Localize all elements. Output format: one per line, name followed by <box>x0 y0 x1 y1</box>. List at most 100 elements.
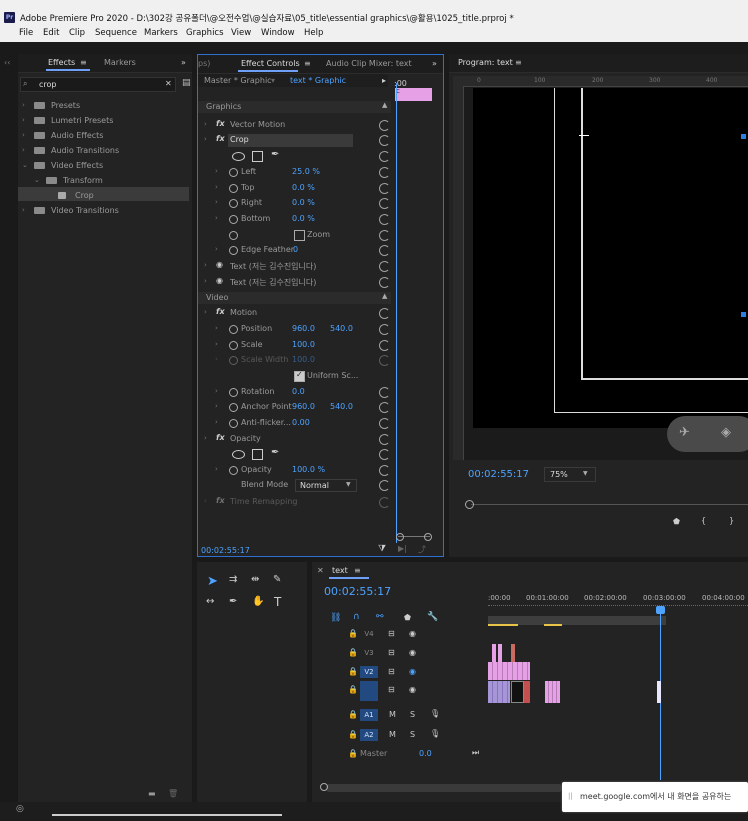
eye-off-icon[interactable]: ◉ <box>409 667 416 676</box>
clear-search-icon[interactable]: ✕ <box>165 79 172 88</box>
close-tab-icon[interactable]: ✕ <box>317 566 324 575</box>
effects-tree-item[interactable]: › Video Transitions <box>18 205 189 217</box>
tab-audio-clip-mixer[interactable]: Audio Clip Mixer: text <box>326 59 412 68</box>
stopwatch-icon[interactable] <box>229 325 238 334</box>
program-monitor-title[interactable]: Program: text <box>458 58 513 67</box>
pen-tool-icon[interactable]: ✒ <box>229 596 237 607</box>
mute-icon[interactable]: M <box>389 710 396 719</box>
checkbox[interactable] <box>294 230 305 241</box>
reset-icon[interactable] <box>379 340 390 351</box>
lock-icon[interactable]: 🔒 <box>348 730 358 739</box>
track-target-button[interactable]: V3 <box>360 647 378 659</box>
clip-v1[interactable] <box>524 681 530 703</box>
chevron-right-icon[interactable]: › <box>22 116 25 124</box>
chevron-right-icon[interactable]: › <box>215 324 218 332</box>
fx-icon[interactable]: fx <box>216 433 225 442</box>
menu-sequence[interactable]: Sequence <box>95 28 137 38</box>
chevron-right-icon[interactable]: › <box>215 183 218 191</box>
chevron-right-icon[interactable]: › <box>22 146 25 154</box>
slip-tool-icon[interactable]: ↔ <box>206 596 214 607</box>
clip-v1[interactable] <box>511 681 524 703</box>
property-value[interactable]: 960.0 <box>292 402 315 411</box>
stopwatch-icon[interactable] <box>229 419 238 428</box>
collapse-icon[interactable]: ▲ <box>382 292 387 300</box>
reset-icon[interactable] <box>379 418 390 429</box>
mark-out-icon[interactable]: } <box>729 516 734 525</box>
reset-icon[interactable] <box>379 402 390 413</box>
chevron-right-icon[interactable]: › <box>215 198 218 206</box>
sync-lock-icon[interactable]: ⊟ <box>388 667 395 676</box>
fx-icon[interactable]: fx <box>216 307 225 316</box>
drag-handle-icon[interactable]: || <box>568 792 573 800</box>
new-bin-footer-icon[interactable]: ▬ <box>148 789 156 798</box>
type-tool-icon[interactable]: T <box>274 595 281 609</box>
track-target-button[interactable]: A1 <box>360 709 378 721</box>
rectangle-mask-icon[interactable] <box>252 449 263 460</box>
play-only-audio-icon[interactable]: ▶| <box>398 544 407 553</box>
effects-tree-item[interactable]: ⌄ Transform <box>18 175 189 187</box>
ellipse-mask-icon[interactable] <box>232 152 245 161</box>
expand-panels-icon[interactable]: » <box>181 58 186 67</box>
reset-icon[interactable] <box>379 167 390 178</box>
fx-icon[interactable]: fx <box>216 134 225 143</box>
eye-icon[interactable]: ◉ <box>409 648 416 657</box>
reset-icon[interactable] <box>379 355 390 366</box>
effects-search-input[interactable]: ⌕ crop ✕ <box>20 77 176 92</box>
menu-window[interactable]: Window <box>261 28 295 38</box>
tab-effects[interactable]: Effects <box>48 58 75 67</box>
mute-icon[interactable]: M <box>389 730 396 739</box>
master-volume[interactable]: 0.0 <box>419 749 432 758</box>
playhead-handle[interactable] <box>656 606 665 614</box>
menu-help[interactable]: Help <box>304 28 323 38</box>
property-value[interactable]: 960.0 <box>292 324 315 333</box>
panel-menu-icon[interactable]: ≡ <box>354 566 361 575</box>
reset-icon[interactable] <box>379 277 390 288</box>
lock-icon[interactable]: 🔒 <box>348 710 358 719</box>
chevron-right-icon[interactable]: › <box>215 340 218 348</box>
stopwatch-icon[interactable] <box>229 184 238 193</box>
chevron-right-icon[interactable]: › <box>204 434 207 442</box>
ellipse-mask-icon[interactable] <box>232 450 245 459</box>
reset-icon[interactable] <box>379 465 390 476</box>
track-target-button[interactable]: V2 <box>360 666 378 678</box>
sync-lock-icon[interactable]: ⊟ <box>388 629 395 638</box>
reset-icon[interactable] <box>379 497 390 508</box>
chevron-right-icon[interactable]: › <box>22 206 25 214</box>
effects-tree-item[interactable]: › Presets <box>18 100 189 112</box>
expand-panels-icon[interactable]: » <box>432 59 437 68</box>
lock-icon[interactable]: 🔒 <box>348 685 358 694</box>
eye-icon[interactable]: ◉ <box>409 685 416 694</box>
lock-icon[interactable]: 🔒 <box>348 629 358 638</box>
chevron-right-icon[interactable]: › <box>204 308 207 316</box>
timeline-timecode[interactable]: 00:02:55:17 <box>324 585 391 598</box>
property-value[interactable]: 100.0 <box>292 355 315 364</box>
stopwatch-icon[interactable] <box>229 246 238 255</box>
fx-icon[interactable]: fx <box>216 119 225 128</box>
new-bin-icon[interactable]: ▤ <box>182 78 191 88</box>
effects-tree-item[interactable]: › Audio Effects <box>18 130 189 142</box>
property-value[interactable]: 0 <box>293 245 298 254</box>
mic-off-icon[interactable]: ✈ <box>679 425 690 440</box>
reset-icon[interactable] <box>379 324 390 335</box>
chevron-right-icon[interactable]: › <box>215 402 218 410</box>
property-value[interactable]: 0.0 % <box>292 198 315 207</box>
blend-mode-select[interactable]: Normal ▼ <box>295 479 357 492</box>
stopwatch-icon[interactable] <box>229 356 238 365</box>
chevron-right-icon[interactable]: › <box>22 101 25 109</box>
reset-icon[interactable] <box>379 387 390 398</box>
stopwatch-icon[interactable] <box>229 231 238 240</box>
tab-previous[interactable]: ps) <box>198 59 210 68</box>
clip-v1[interactable] <box>488 681 510 703</box>
panel-menu-icon[interactable]: ≡ <box>80 58 87 67</box>
track-target-button[interactable]: V4 <box>360 628 378 640</box>
reset-icon[interactable] <box>379 261 390 272</box>
hand-tool-icon[interactable]: ✋ <box>252 596 264 607</box>
chevron-right-icon[interactable]: › <box>215 167 218 175</box>
clip-v1[interactable] <box>545 681 560 703</box>
bounding-box-handle[interactable] <box>741 312 746 317</box>
menu-graphics[interactable]: Graphics <box>186 28 224 38</box>
chevron-right-icon[interactable]: › <box>215 214 218 222</box>
program-scrub-track[interactable] <box>471 504 748 505</box>
chevron-right-icon[interactable]: › <box>22 131 25 139</box>
property-value[interactable]: 100.0 % <box>292 465 325 474</box>
